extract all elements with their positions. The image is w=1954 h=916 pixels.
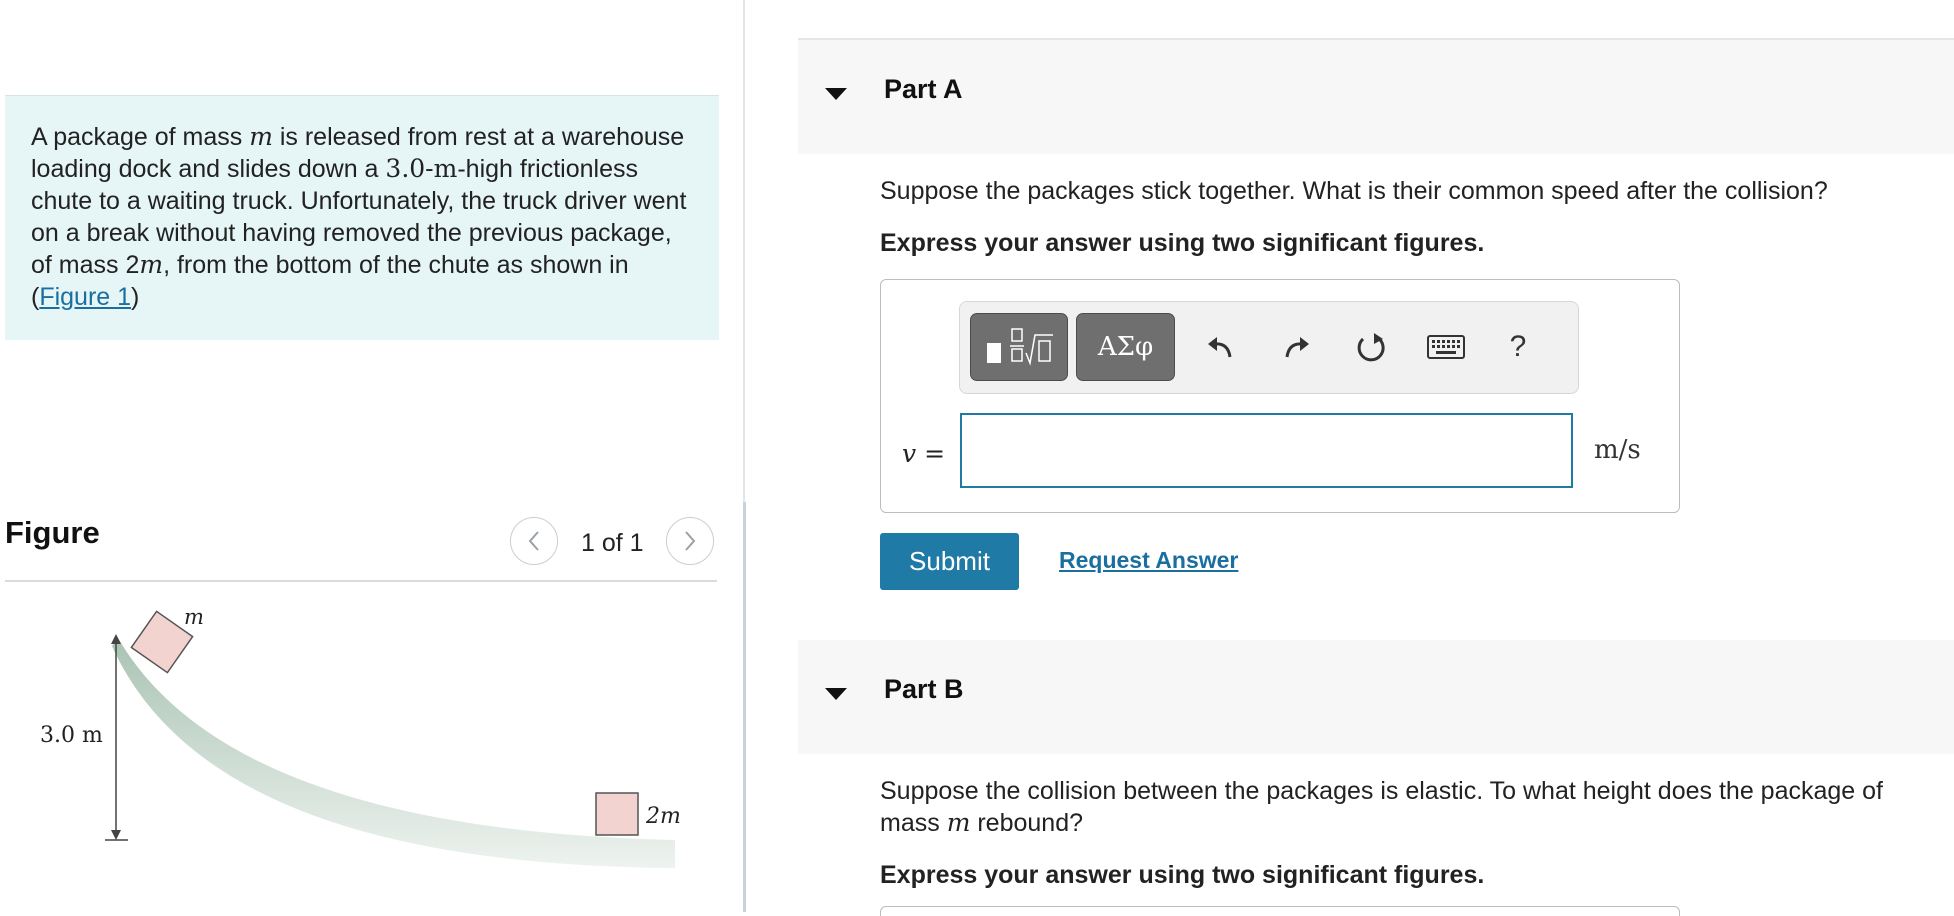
undo-icon (1208, 337, 1232, 358)
next-figure-button[interactable] (666, 517, 714, 565)
part-a-header[interactable]: Part A (798, 40, 1954, 154)
label-2m: 2m (645, 804, 681, 829)
caret-down-icon[interactable] (825, 88, 847, 100)
undo-button[interactable] (1196, 322, 1246, 372)
chevron-left-icon (528, 531, 539, 551)
answer-input[interactable] (960, 413, 1573, 488)
keyboard-icon (1427, 335, 1465, 359)
right-panel: Part A Suppose the packages stick togeth… (798, 0, 1954, 916)
reset-button[interactable] (1346, 322, 1396, 372)
request-answer-link[interactable]: Request Answer (1059, 547, 1238, 574)
help-button[interactable]: ? (1493, 322, 1543, 372)
figure-divider (5, 580, 717, 582)
equals-sign: = (916, 439, 946, 468)
arrowhead-icon (111, 634, 121, 644)
math-variable: m (946, 808, 971, 837)
part-b-instruction: Express your answer using two significan… (880, 861, 1485, 889)
height-label: 3.0 m (40, 723, 103, 748)
question-text: rebound? (970, 809, 1084, 837)
figure-page-count: 1 of 1 (581, 529, 644, 557)
height-value: 3.0- (385, 154, 434, 183)
problem-text: A package of mass (31, 123, 250, 151)
part-b-header[interactable]: Part B (798, 640, 1954, 754)
part-b-question: Suppose the collision between the packag… (880, 775, 1940, 839)
left-panel: A package of mass m is released from res… (0, 0, 745, 912)
math-template-button[interactable] (970, 313, 1068, 381)
chute-diagram: 3.0 m m 2m (40, 605, 681, 868)
problem-statement: A package of mass m is released from res… (5, 95, 719, 340)
prev-figure-button[interactable] (510, 517, 558, 565)
math-variable: m (249, 122, 273, 151)
reset-icon (1357, 333, 1385, 362)
chute-ramp (112, 638, 675, 868)
figure-title: Figure (5, 515, 100, 550)
part-a-instruction: Express your answer using two significan… (880, 229, 1485, 257)
math-template-icon (987, 328, 1053, 366)
part-b-answer-box (880, 906, 1680, 916)
math-toolbar: ΑΣφ ? (959, 301, 1579, 394)
caret-down-icon[interactable] (825, 688, 847, 700)
answer-box: ΑΣφ ? v = m/s (880, 279, 1680, 513)
problem-text: ) (131, 283, 140, 311)
answer-unit: m/s (1594, 435, 1641, 465)
keyboard-button[interactable] (1421, 322, 1471, 372)
math-variable: m (139, 250, 164, 279)
panel-scrollbar[interactable] (743, 502, 746, 912)
part-a-label: Part A (884, 74, 963, 104)
label-m: m (184, 605, 204, 629)
arrowhead-icon (111, 830, 121, 840)
answer-variable-label: v = (902, 439, 945, 468)
figure-link[interactable]: Figure 1 (39, 283, 131, 311)
package-2m (595, 792, 639, 836)
redo-icon (1285, 337, 1309, 358)
chevron-right-icon (685, 531, 696, 551)
answer-variable: v (902, 439, 917, 468)
height-unit: m (433, 154, 458, 183)
greek-symbols-button[interactable]: ΑΣφ (1076, 313, 1175, 381)
part-b-label: Part B (884, 674, 964, 704)
submit-button[interactable]: Submit (880, 533, 1019, 590)
part-a-question: Suppose the packages stick together. Wha… (880, 177, 1828, 205)
redo-button[interactable] (1271, 322, 1321, 372)
